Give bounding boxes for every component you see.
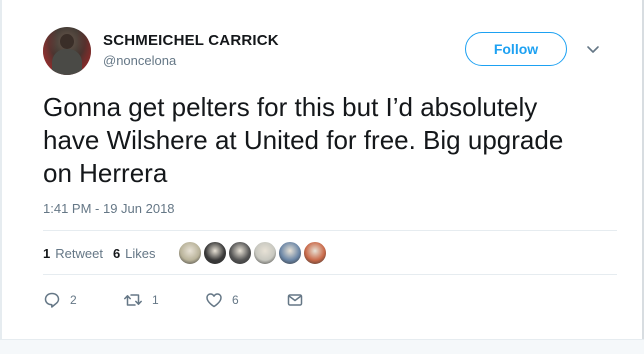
like-button[interactable]: 6 [205,291,286,309]
likes-count: 6 [112,245,121,261]
retweets-count: 1 [43,245,51,261]
bottom-bar [0,339,644,354]
liker-avatar[interactable] [278,241,302,265]
likes-stat[interactable]: 6 Likes [113,246,156,261]
liker-avatar[interactable] [228,241,252,265]
author-display-name[interactable]: SCHMEICHEL CARRICK [103,32,279,49]
author-handle[interactable]: @noncelona [103,53,176,68]
retweet-count: 1 [152,293,159,307]
left-border [0,0,2,354]
envelope-icon [287,294,303,306]
avatar-head [60,34,74,49]
reply-icon [44,292,60,308]
retweet-icon [124,294,142,306]
likers-avatars [178,241,328,265]
divider-bottom [43,274,617,275]
avatar[interactable] [43,27,91,75]
liker-avatar[interactable] [203,241,227,265]
like-count: 6 [232,293,239,307]
likes-label: Likes [125,245,156,261]
chevron-down-icon[interactable] [585,43,601,57]
divider-top [43,230,617,231]
heart-icon [206,293,222,308]
tweet-timestamp[interactable]: 1:41 PM - 19 Jun 2018 [43,201,175,216]
retweets-stat[interactable]: 1 Retweet [43,246,103,261]
tweet-card: SCHMEICHEL CARRICK @noncelona Follow Gon… [0,0,644,354]
tweet-actions: 2 1 6 [43,290,326,310]
liker-avatar[interactable] [178,241,202,265]
retweet-button[interactable]: 1 [123,291,205,309]
liker-avatar[interactable] [253,241,277,265]
reply-count: 2 [70,293,77,307]
tweet-text: Gonna get pelters for this but I’d absol… [43,92,564,188]
avatar-body [52,49,82,75]
direct-message-button[interactable] [286,291,326,309]
tweet-stats: 1 Retweet 6 Likes [43,244,166,262]
retweets-label: Retweet [55,245,103,261]
reply-button[interactable]: 2 [43,291,123,309]
liker-avatar[interactable] [303,241,327,265]
follow-button[interactable]: Follow [465,32,567,66]
